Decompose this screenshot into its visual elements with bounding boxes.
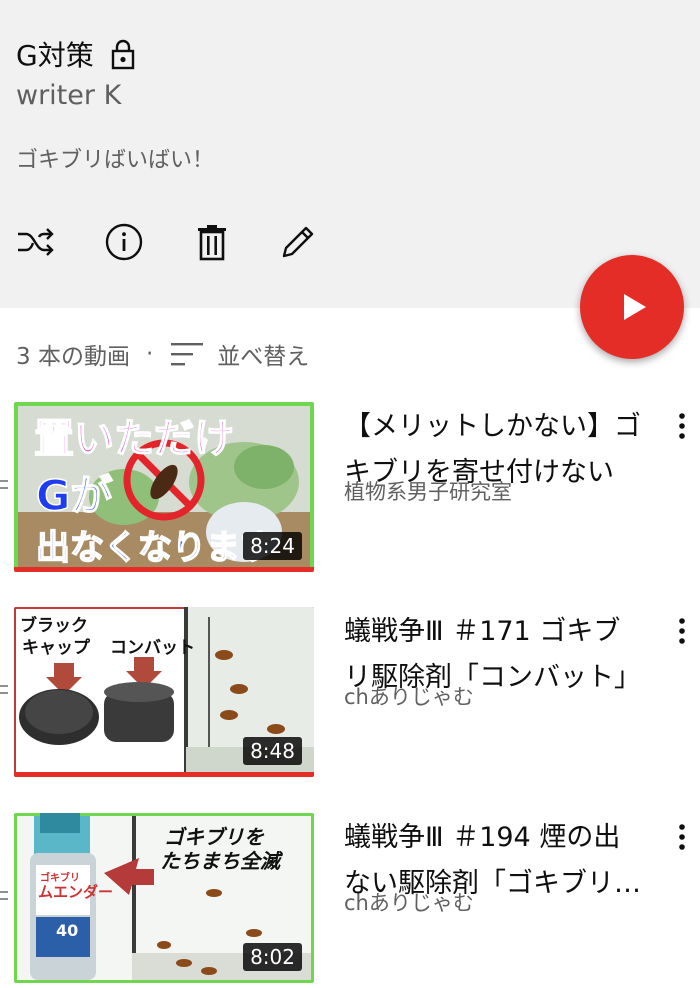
playlist-description: ゴキブリばいばい！ — [16, 148, 215, 173]
info-icon — [105, 223, 143, 261]
drag-handle-icon[interactable] — [0, 478, 8, 492]
video-channel[interactable]: chありじゃむ — [344, 887, 474, 917]
more-options-icon[interactable] — [668, 408, 696, 444]
video-duration: 8:24 — [243, 532, 302, 560]
video-thumbnail[interactable]: 置いただけ Gが 出なくなります 8:24 — [14, 402, 314, 572]
playlist-header: G対策 writer K ゴキブリばいばい！ — [0, 0, 700, 308]
info-button[interactable] — [104, 222, 144, 262]
shuffle-icon — [18, 228, 54, 256]
edit-button[interactable] — [278, 222, 318, 262]
thumbnail-text: 置いただけ — [33, 415, 235, 463]
watch-progress-bar — [14, 772, 314, 777]
lock-icon — [110, 38, 136, 70]
playlist-video-item[interactable]: ゴキブリを たちまち全滅 ゴキブリ ムエンダー 40 8:02 蟻戦争Ⅲ ＃19… — [0, 813, 700, 985]
video-count: 3 本の動画 — [16, 344, 130, 370]
video-channel[interactable]: chありじゃむ — [344, 681, 474, 711]
sort-bar: 3 本の動画 · 並べ替え — [16, 338, 309, 370]
drag-handle-icon[interactable] — [0, 889, 8, 903]
product-label: 40 — [56, 921, 79, 940]
edit-icon — [282, 226, 314, 258]
delete-icon — [198, 225, 226, 261]
playlist-video-item[interactable]: 置いただけ Gが 出なくなります 8:24 【メリットしかない】ゴキブリを寄せ付… — [0, 402, 700, 574]
separator-dot: · — [145, 341, 154, 367]
thumbnail-text: キャップ — [22, 638, 90, 658]
more-options-icon[interactable] — [668, 613, 696, 649]
play-all-button[interactable] — [580, 255, 684, 359]
playlist-video-item[interactable]: ブラック キャップ コンバット 8:48 蟻戦争Ⅲ ＃171 ゴキブリ駆除剤「コ… — [0, 607, 700, 779]
video-duration: 8:48 — [243, 737, 302, 765]
shuffle-button[interactable] — [16, 222, 56, 262]
video-thumbnail[interactable]: ゴキブリを たちまち全滅 ゴキブリ ムエンダー 40 8:02 — [14, 813, 314, 983]
thumbnail-text: コンバット — [110, 638, 195, 658]
drag-handle-icon[interactable] — [0, 683, 8, 697]
playlist-title: G対策 — [16, 39, 94, 72]
product-label: ムエンダー — [38, 883, 114, 901]
video-thumbnail[interactable]: ブラック キャップ コンバット 8:48 — [14, 607, 314, 777]
more-options-icon[interactable] — [668, 819, 696, 855]
video-duration: 8:02 — [243, 943, 302, 971]
playlist-title-row: G対策 — [16, 34, 136, 74]
sort-icon — [171, 343, 204, 366]
play-icon — [624, 294, 646, 320]
watch-progress-bar — [14, 567, 314, 572]
playlist-owner[interactable]: writer K — [16, 80, 121, 111]
thumbnail-text: 出なくなります — [35, 527, 275, 569]
sort-button[interactable]: 並べ替え — [169, 337, 309, 371]
thumbnail-text: Gが — [35, 470, 113, 521]
delete-button[interactable] — [192, 222, 232, 262]
video-channel[interactable]: 植物系男子研究室 — [344, 476, 512, 506]
sort-label: 並べ替え — [217, 344, 310, 370]
thumbnail-text: たちまち全滅 — [160, 849, 280, 873]
